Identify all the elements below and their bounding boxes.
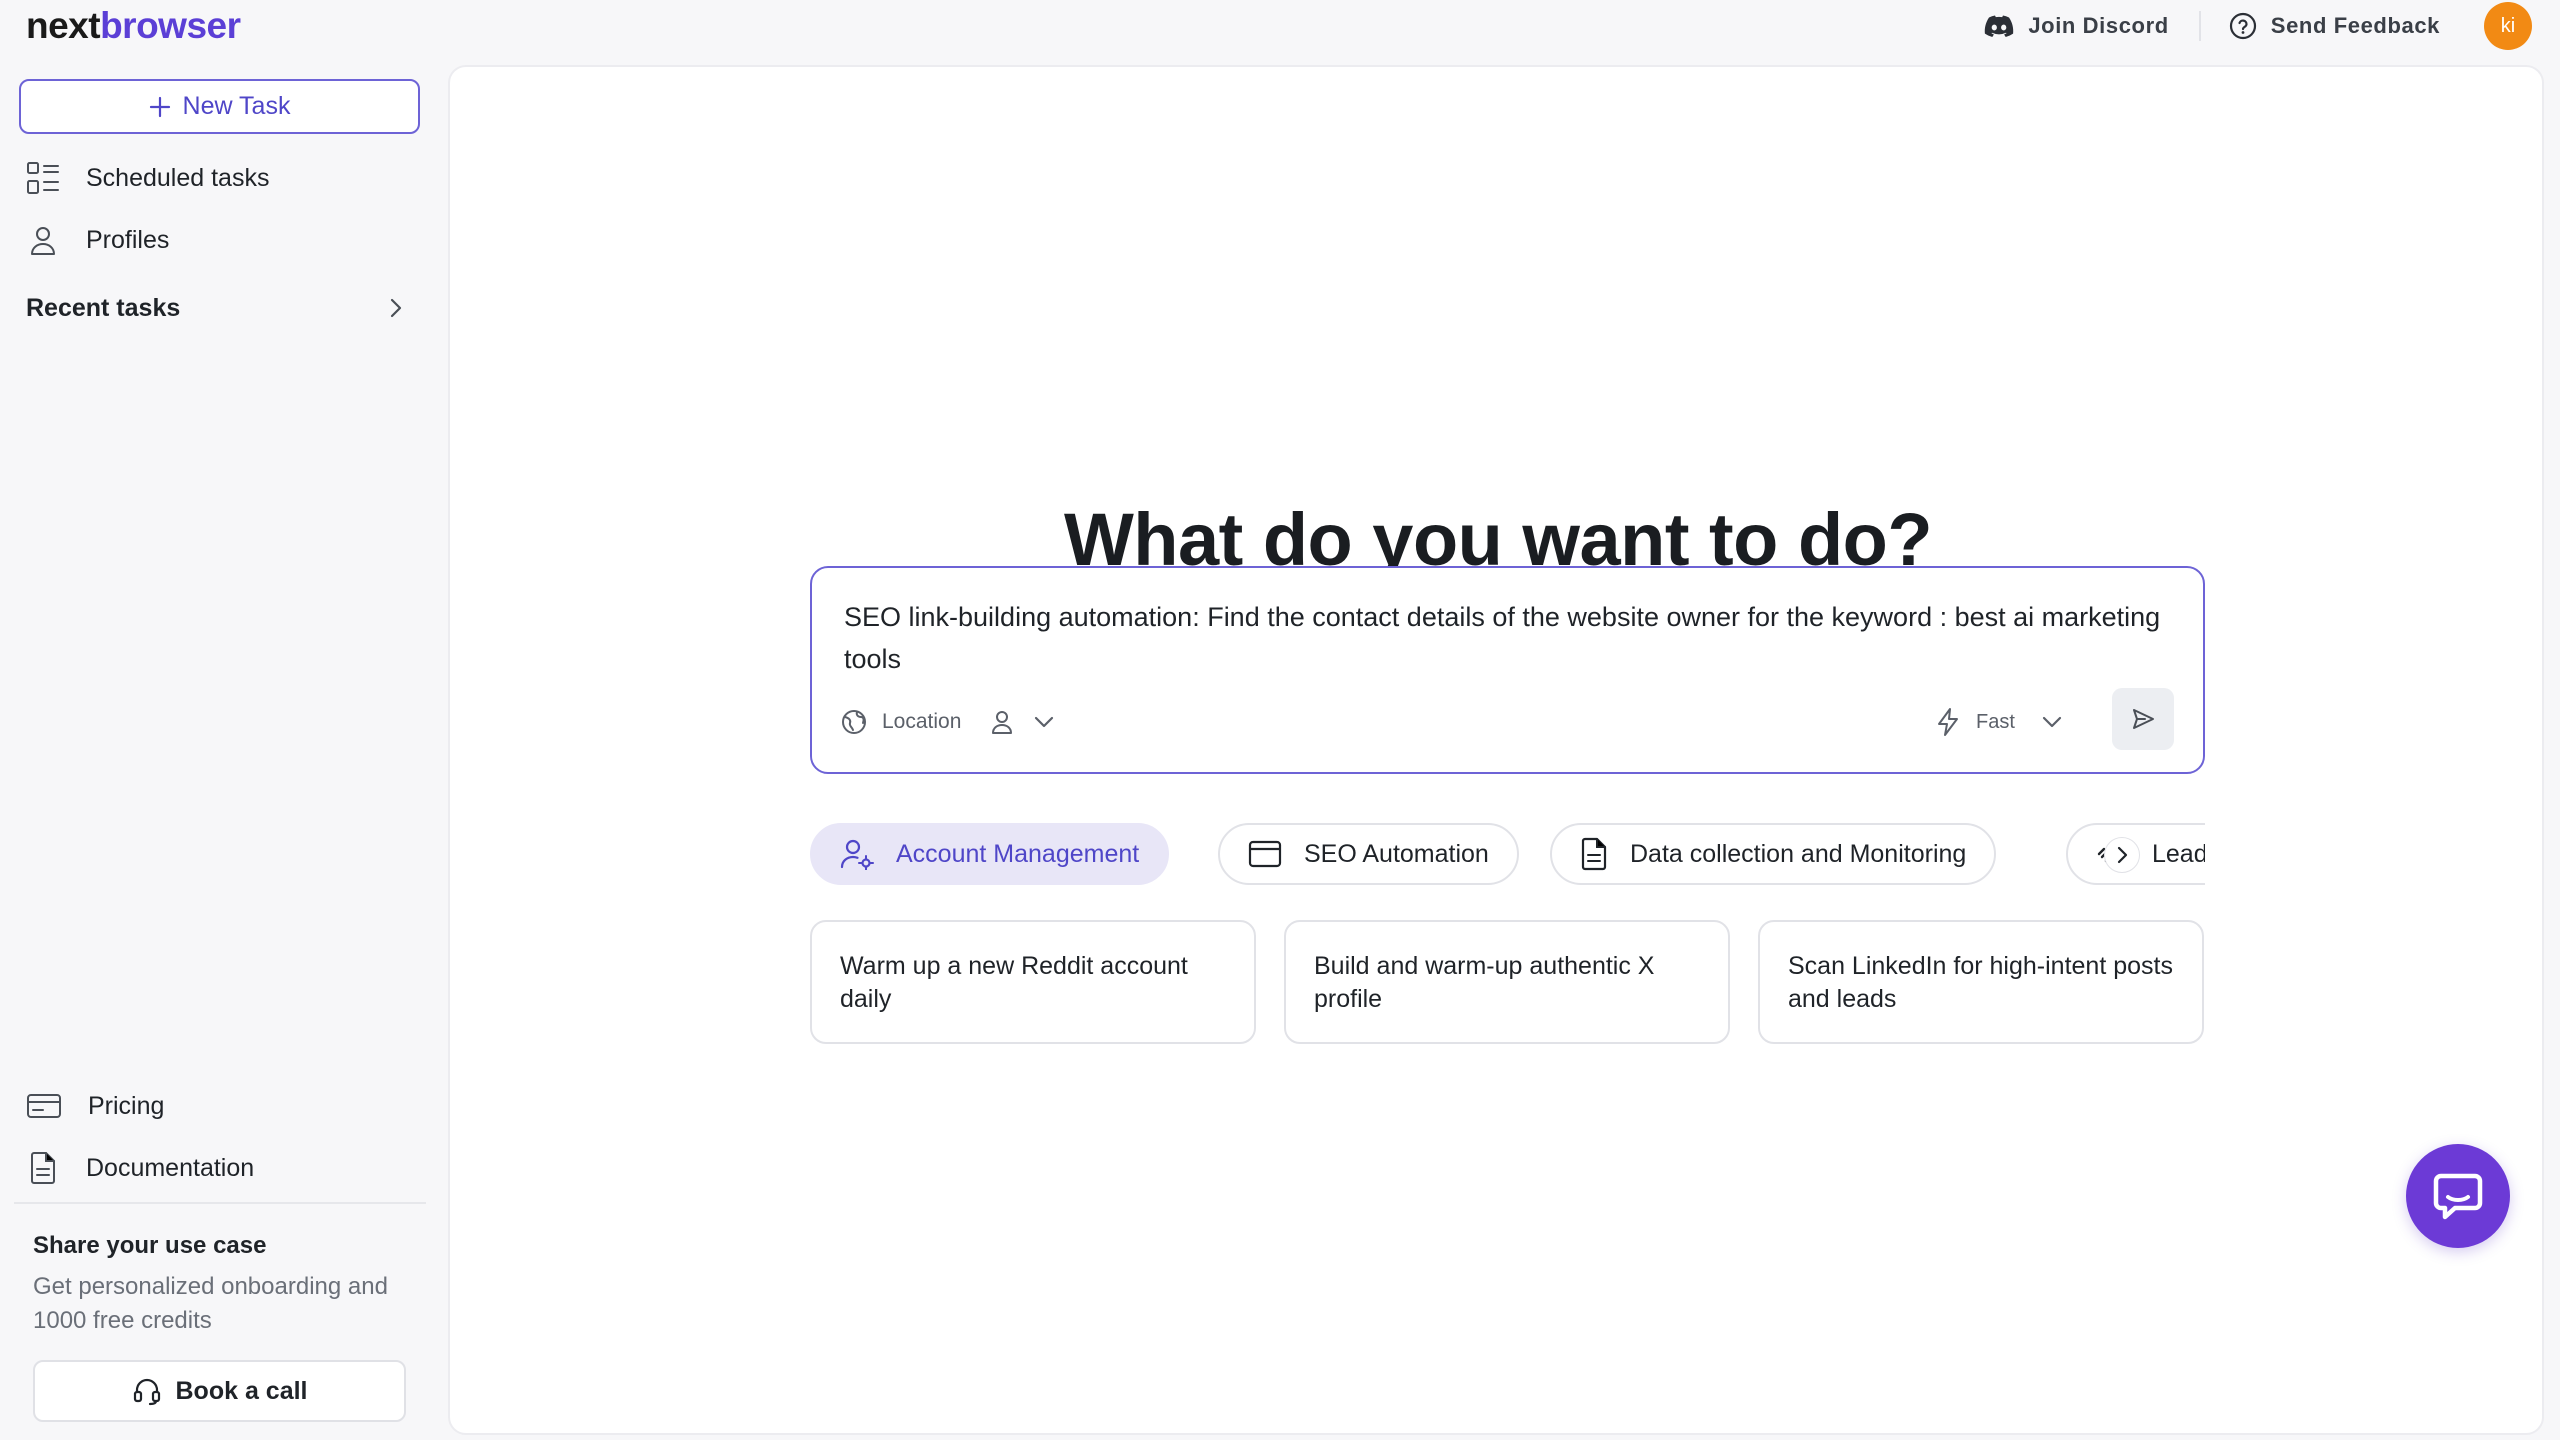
- send-feedback-link[interactable]: Send Feedback: [2229, 12, 2440, 40]
- list-grid-icon: [26, 161, 60, 195]
- user-gear-icon: [840, 838, 874, 870]
- category-label: SEO Automation: [1304, 839, 1489, 868]
- help-circle-icon: [2229, 12, 2257, 40]
- recent-tasks-toggle[interactable]: Recent tasks: [26, 286, 406, 330]
- suggestion-card[interactable]: Build and warm-up authentic X profile: [1284, 920, 1730, 1044]
- chevron-down-icon: [1033, 715, 1055, 729]
- new-task-label: New Task: [182, 92, 291, 120]
- join-discord-label: Join Discord: [2028, 13, 2169, 38]
- category-label: Data collection and Monitoring: [1630, 839, 1967, 868]
- suggestion-cards: Warm up a new Reddit account daily Build…: [810, 920, 2205, 1046]
- task-prompt-input[interactable]: SEO link-building automation: Find the c…: [844, 596, 2174, 680]
- avatar-initials: ki: [2500, 14, 2516, 37]
- sidebar-item-scheduled-tasks[interactable]: Scheduled tasks: [26, 156, 269, 200]
- chevron-right-icon: [386, 296, 406, 320]
- chevron-right-icon: [2114, 845, 2130, 865]
- category-data-collection[interactable]: Data collection and Monitoring: [1550, 823, 1997, 885]
- profile-selector[interactable]: [989, 709, 1055, 735]
- suggestion-card[interactable]: Scan LinkedIn for high-intent posts and …: [1758, 920, 2204, 1044]
- top-divider: [2198, 11, 2201, 41]
- sidebar: New Task Scheduled tasks Profiles Recent…: [0, 60, 448, 1440]
- chevron-down-icon: [2041, 715, 2063, 729]
- new-task-button[interactable]: New Task: [19, 79, 420, 134]
- sidebar-item-profiles[interactable]: Profiles: [26, 218, 169, 262]
- category-chips: Account Management SEO Automation Data c…: [810, 823, 2205, 887]
- sidebar-item-documentation[interactable]: Documentation: [26, 1146, 254, 1190]
- logo-text-browser: browser: [100, 5, 241, 46]
- document-icon: [26, 1151, 60, 1185]
- join-discord-link[interactable]: Join Discord: [1984, 13, 2168, 39]
- send-feedback-label: Send Feedback: [2270, 13, 2440, 38]
- chat-bubble-icon: [2431, 1170, 2485, 1222]
- sidebar-divider: [14, 1202, 426, 1204]
- sidebar-item-label: Documentation: [86, 1153, 255, 1182]
- category-label: Account Management: [896, 839, 1140, 868]
- speed-label: Fast: [1976, 710, 2015, 733]
- chat-support-button[interactable]: [2406, 1144, 2510, 1248]
- share-use-case-description: Get personalized onboarding and 1000 fre…: [33, 1273, 388, 1334]
- share-use-case-title: Share your use case: [33, 1232, 267, 1259]
- location-selector[interactable]: Location: [840, 708, 961, 736]
- avatar[interactable]: ki: [2484, 2, 2532, 50]
- task-prompt-box[interactable]: SEO link-building automation: Find the c…: [810, 566, 2205, 774]
- document-icon: [1580, 837, 1608, 871]
- send-button[interactable]: [2112, 688, 2174, 750]
- lightning-icon: [1936, 707, 1960, 737]
- logo[interactable]: nextbrowser: [26, 6, 241, 46]
- book-a-call-button[interactable]: Book a call: [33, 1360, 406, 1422]
- recent-tasks-label: Recent tasks: [26, 293, 181, 322]
- discord-icon: [1984, 14, 2014, 38]
- sidebar-item-pricing[interactable]: Pricing: [26, 1084, 164, 1128]
- book-a-call-label: Book a call: [175, 1376, 308, 1405]
- suggestion-card[interactable]: Warm up a new Reddit account daily: [810, 920, 1256, 1044]
- browser-window-icon: [1248, 839, 1282, 869]
- category-account-management[interactable]: Account Management: [810, 823, 1170, 885]
- sidebar-item-label: Scheduled tasks: [86, 163, 270, 192]
- location-label: Location: [882, 710, 962, 733]
- scroll-categories-button[interactable]: [2104, 837, 2140, 873]
- user-icon: [989, 709, 1015, 735]
- globe-icon: [840, 708, 868, 736]
- plus-icon: [149, 96, 171, 118]
- top-bar-actions: Join Discord Send Feedback ki: [1984, 0, 2560, 52]
- category-label: Lead: [2152, 839, 2205, 868]
- sidebar-item-label: Pricing: [88, 1091, 165, 1120]
- category-seo-automation[interactable]: SEO Automation: [1218, 823, 1519, 885]
- credit-card-icon: [26, 1091, 62, 1121]
- speed-selector[interactable]: Fast: [1936, 702, 2063, 742]
- headset-icon: [132, 1376, 162, 1406]
- logo-text-next: next: [26, 5, 101, 46]
- send-icon: [2130, 706, 2156, 732]
- main-panel: What do you want to do? SEO link-buildin…: [448, 65, 2544, 1435]
- prompt-options: Location: [840, 702, 1055, 742]
- sidebar-item-label: Profiles: [86, 225, 170, 254]
- user-icon: [26, 223, 60, 257]
